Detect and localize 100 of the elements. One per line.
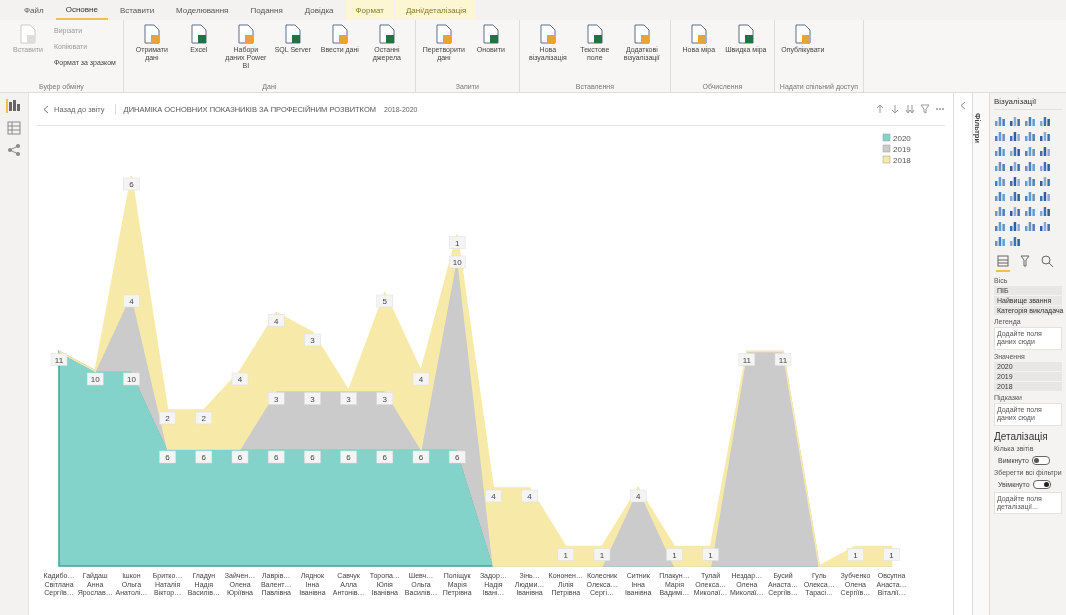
data-label: 10 bbox=[452, 258, 463, 267]
data-label: 6 bbox=[165, 453, 171, 462]
visual-type-icon[interactable] bbox=[1039, 205, 1051, 217]
document-icon bbox=[689, 24, 708, 44]
visual-type-icon[interactable] bbox=[1024, 220, 1036, 232]
data-label: 1 bbox=[599, 550, 605, 560]
expand-icon[interactable] bbox=[905, 104, 915, 114]
visual-type-icon[interactable] bbox=[1039, 160, 1051, 172]
visual-type-icon[interactable] bbox=[994, 130, 1006, 142]
visual-type-icon[interactable] bbox=[994, 145, 1006, 157]
visual-type-icon[interactable] bbox=[1024, 190, 1036, 202]
filter-icon[interactable] bbox=[920, 104, 930, 114]
visual-type-icon[interactable] bbox=[1024, 145, 1036, 157]
document-icon bbox=[330, 24, 349, 44]
legend-item: 2018 bbox=[882, 155, 911, 165]
data-label: 6 bbox=[412, 450, 430, 464]
data-label: 4 bbox=[635, 492, 641, 501]
visual-type-icon[interactable] bbox=[1039, 115, 1051, 127]
data-label: 1 bbox=[672, 550, 678, 560]
visual-type-icon[interactable] bbox=[1009, 160, 1021, 172]
data-label: 1 bbox=[708, 550, 714, 560]
data-label: 3 bbox=[304, 392, 321, 405]
visual-type-icon[interactable] bbox=[994, 175, 1006, 187]
ribbon-tab[interactable]: Вставити bbox=[109, 0, 165, 20]
visual-type-icon[interactable] bbox=[1009, 130, 1021, 142]
visual-type-icon[interactable] bbox=[1039, 130, 1051, 142]
model-icon[interactable] bbox=[7, 143, 21, 157]
data-label: 4 bbox=[129, 297, 135, 306]
visual-type-icon[interactable] bbox=[994, 220, 1006, 232]
data-label: 11 bbox=[742, 355, 752, 365]
document-icon bbox=[142, 24, 161, 44]
ribbon-tab[interactable]: Моделювання bbox=[166, 0, 239, 20]
data-label: 4 bbox=[273, 316, 279, 326]
visual-type-icon[interactable] bbox=[1009, 235, 1021, 247]
visual-type-icon[interactable] bbox=[994, 235, 1006, 247]
data-label: 6 bbox=[376, 450, 394, 464]
visual-type-icon[interactable] bbox=[1024, 115, 1036, 127]
visual-type-icon[interactable] bbox=[994, 190, 1006, 202]
ribbon-tab[interactable]: Формат bbox=[345, 0, 394, 20]
data-label: 2 bbox=[201, 414, 207, 423]
visual-type-icon[interactable] bbox=[994, 205, 1006, 217]
drill-up-icon[interactable] bbox=[875, 104, 885, 114]
data-label: 3 bbox=[340, 392, 357, 405]
document-icon bbox=[632, 24, 651, 44]
document-icon bbox=[189, 24, 208, 44]
data-label: 5 bbox=[376, 294, 394, 308]
data-label: 2 bbox=[159, 411, 176, 425]
visual-type-icon[interactable] bbox=[1024, 205, 1036, 217]
data-label: 4 bbox=[521, 489, 538, 503]
data-label: 1 bbox=[563, 550, 569, 560]
drill-down-icon[interactable] bbox=[890, 104, 900, 114]
data-label: 6 bbox=[267, 450, 285, 464]
visual-type-icon[interactable] bbox=[1009, 220, 1021, 232]
data-label: 1 bbox=[666, 548, 683, 561]
visual-type-icon[interactable] bbox=[1009, 190, 1021, 202]
visual-type-icon[interactable] bbox=[1009, 115, 1021, 127]
visual-type-icon[interactable] bbox=[1024, 175, 1036, 187]
report-view-icon[interactable] bbox=[6, 99, 22, 113]
visual-type-icon[interactable] bbox=[1039, 220, 1051, 232]
data-label: 6 bbox=[340, 450, 357, 464]
document-icon bbox=[481, 24, 500, 44]
legend-label: 2020 bbox=[893, 134, 912, 143]
data-label: 6 bbox=[304, 450, 321, 464]
visual-type-icon[interactable] bbox=[994, 160, 1006, 172]
pane-tab[interactable] bbox=[996, 254, 1010, 272]
data-label: 1 bbox=[448, 236, 466, 249]
visual-type-icon[interactable] bbox=[994, 115, 1006, 127]
data-label: 2 bbox=[195, 411, 213, 425]
visual-type-icon[interactable] bbox=[1039, 145, 1051, 157]
visual-type-icon[interactable] bbox=[1009, 205, 1021, 217]
document-icon bbox=[585, 24, 604, 44]
data-label: 4 bbox=[267, 314, 285, 327]
visual-type-icon[interactable] bbox=[1009, 175, 1021, 187]
visual-type-icon[interactable] bbox=[1024, 130, 1036, 142]
data-label: 6 bbox=[159, 450, 176, 464]
data-label: 1 bbox=[702, 548, 719, 561]
data-label: 1 bbox=[853, 550, 859, 560]
document-icon bbox=[377, 24, 396, 44]
data-label: 6 bbox=[231, 450, 249, 464]
table-icon[interactable] bbox=[7, 121, 21, 135]
data-label: 3 bbox=[382, 394, 388, 404]
data-label: 3 bbox=[267, 392, 285, 405]
visual-type-icon[interactable] bbox=[1024, 160, 1036, 172]
ribbon-tab[interactable]: Довідка bbox=[294, 0, 344, 20]
visual-type-icon[interactable] bbox=[1039, 190, 1051, 202]
data-label: 4 bbox=[485, 489, 502, 503]
ribbon-tab[interactable]: Дані/деталізація bbox=[395, 0, 477, 20]
visual-type-icon[interactable] bbox=[1039, 175, 1051, 187]
visual-type-icon[interactable] bbox=[1009, 145, 1021, 157]
collapse-chevron-icon[interactable] bbox=[960, 101, 966, 110]
data-label: 3 bbox=[304, 333, 321, 347]
data-label: 6 bbox=[346, 453, 352, 462]
data-label: 2 bbox=[165, 414, 171, 423]
data-label: 4 bbox=[123, 294, 140, 308]
ribbon-tab[interactable]: Подання bbox=[240, 0, 293, 20]
data-label: 1 bbox=[883, 548, 900, 561]
data-label: 4 bbox=[231, 372, 249, 386]
ribbon-tab[interactable]: Файл bbox=[14, 0, 54, 20]
data-label: 1 bbox=[593, 548, 611, 561]
document-icon bbox=[283, 24, 302, 44]
